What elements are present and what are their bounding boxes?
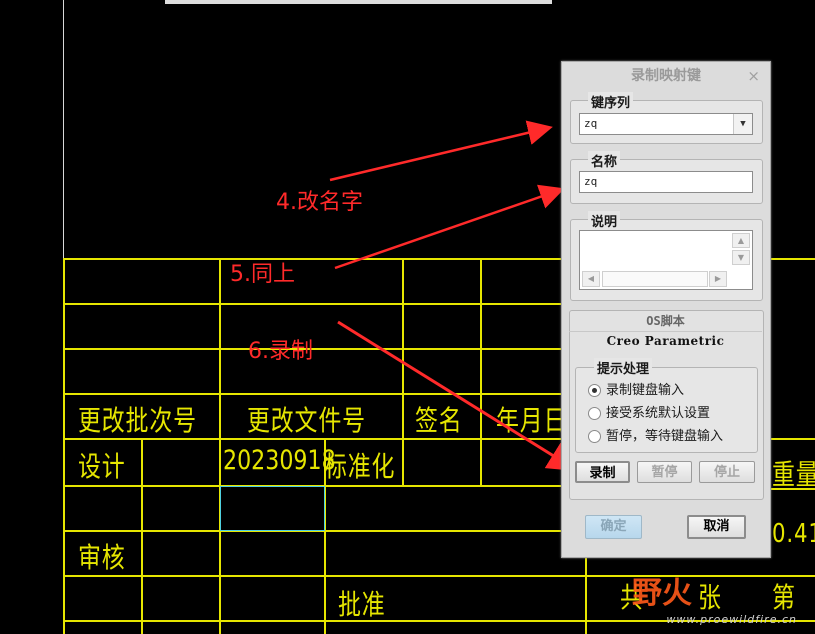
scroll-down-icon[interactable]: ▼: [732, 250, 750, 265]
radio-icon[interactable]: [588, 407, 601, 420]
radio-label: 接受系统默认设置: [606, 406, 711, 421]
record-mapkey-dialog: 录制映射键 × 键序列 zq ▼ 名称 zq 说明 ▲ ▼ ◀ ▶ OS脚本 C…: [561, 61, 771, 558]
radio-record-keyboard[interactable]: 录制键盘输入: [588, 379, 684, 398]
scroll-up-icon[interactable]: ▲: [732, 233, 750, 248]
tab-os-script[interactable]: OS脚本: [569, 311, 762, 332]
annotation-step6: 6.录制: [248, 339, 313, 364]
description-label: 说明: [588, 211, 621, 230]
radio-pause-wait-keyboard[interactable]: 暂停，等待键盘输入: [588, 425, 723, 444]
radio-label: 录制键盘输入: [606, 383, 685, 398]
cancel-button[interactable]: 取消: [687, 515, 746, 539]
prompt-handling-label: 提示处理: [594, 358, 653, 377]
radio-accept-defaults[interactable]: 接受系统默认设置: [588, 402, 710, 421]
dialog-title: 录制映射键: [631, 68, 701, 84]
watermark-url: www.proewildfire.cn: [666, 613, 797, 626]
name-label: 名称: [588, 151, 621, 170]
arrow-to-key-sequence: [329, 120, 553, 182]
watermark-logo-text: 野火: [632, 576, 692, 611]
app-name: Creo Parametric: [606, 334, 725, 348]
key-sequence-value: zq: [584, 117, 598, 130]
name-input[interactable]: zq: [579, 171, 753, 193]
annotation-step4: 4.改名字: [276, 190, 363, 215]
arrow-to-record: [337, 320, 579, 472]
watermark-logo: 野火: [632, 568, 692, 612]
key-sequence-dropdown[interactable]: zq ▼: [579, 113, 753, 135]
annotation-step5: 5.同上: [230, 262, 295, 287]
scroll-left-icon[interactable]: ◀: [582, 271, 600, 287]
arrow-to-name: [334, 184, 565, 270]
radio-selected-icon[interactable]: [588, 384, 601, 397]
stop-button[interactable]: 停止: [699, 461, 755, 483]
close-icon[interactable]: ×: [747, 67, 760, 85]
ok-button[interactable]: 确定: [585, 515, 642, 539]
radio-label: 暂停，等待键盘输入: [606, 429, 724, 444]
radio-icon[interactable]: [588, 430, 601, 443]
key-sequence-label: 键序列: [588, 92, 634, 111]
description-textarea[interactable]: ▲ ▼ ◀ ▶: [579, 230, 753, 290]
record-button[interactable]: 录制: [575, 461, 630, 483]
chevron-down-icon[interactable]: ▼: [733, 114, 752, 134]
horizontal-scrollbar[interactable]: [602, 271, 708, 287]
pause-button[interactable]: 暂停: [637, 461, 692, 483]
scroll-right-icon[interactable]: ▶: [709, 271, 727, 287]
